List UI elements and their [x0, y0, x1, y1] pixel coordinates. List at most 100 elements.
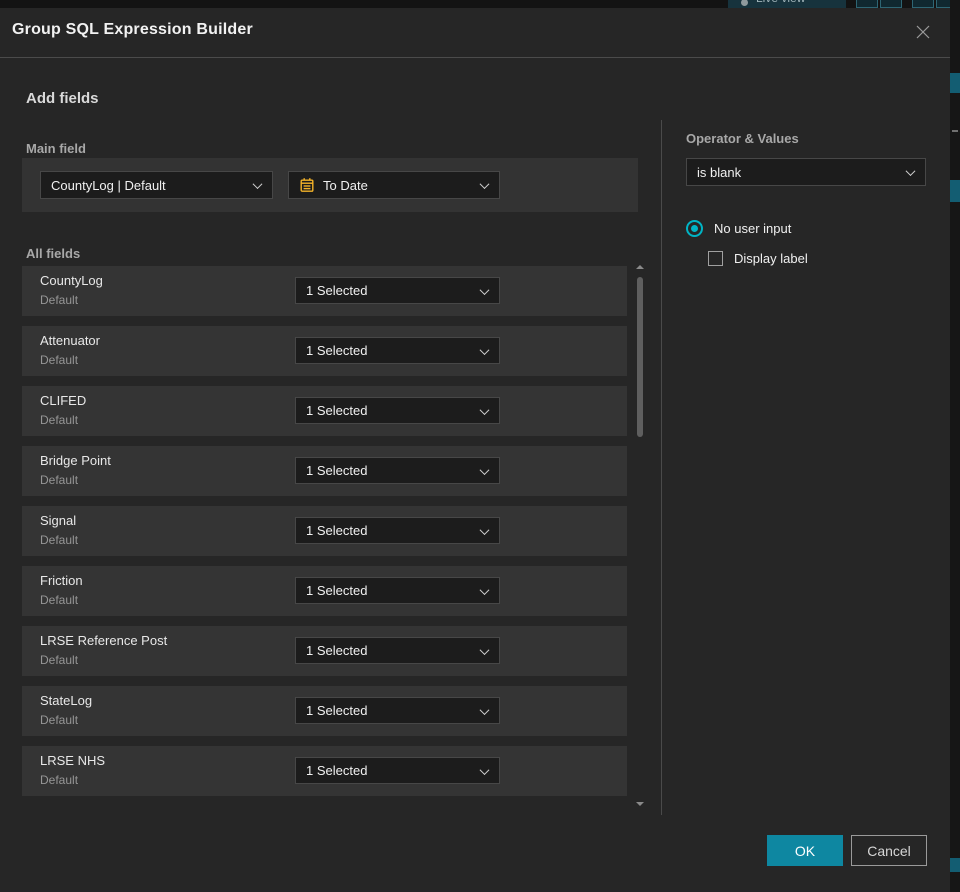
chevron-down-icon — [479, 285, 490, 296]
checkbox-unchecked-icon — [708, 251, 723, 266]
field-row: Attenuator Default 1 Selected — [22, 326, 627, 376]
sidebar-fragment-accent — [950, 180, 960, 202]
chevron-down-icon — [479, 345, 490, 356]
chevron-down-icon — [905, 166, 916, 177]
field-row: Bridge Point Default 1 Selected — [22, 446, 627, 496]
main-field-select[interactable]: CountyLog | Default — [40, 171, 273, 199]
field-subtitle: Default — [40, 593, 79, 607]
field-selected-dropdown[interactable]: 1 Selected — [295, 277, 500, 304]
main-field-panel: CountyLog | Default To Date — [22, 158, 638, 212]
scrollbar-thumb[interactable] — [637, 277, 643, 437]
chevron-down-icon — [479, 179, 490, 190]
field-selected-value: 1 Selected — [306, 283, 368, 298]
field-selected-dropdown[interactable]: 1 Selected — [295, 457, 500, 484]
dialog-title: Group SQL Expression Builder — [12, 21, 253, 38]
field-row: Signal Default 1 Selected — [22, 506, 627, 556]
field-selected-value: 1 Selected — [306, 403, 368, 418]
field-selected-value: 1 Selected — [306, 523, 368, 538]
toolbar-fragment-icon[interactable] — [856, 0, 878, 8]
scroll-down-icon[interactable] — [636, 802, 644, 806]
chevron-down-icon — [479, 585, 490, 596]
field-selected-value: 1 Selected — [306, 343, 368, 358]
field-name: Friction — [40, 573, 83, 588]
field-type-select[interactable]: To Date — [288, 171, 500, 199]
field-row: Friction Default 1 Selected — [22, 566, 627, 616]
chevron-down-icon — [479, 705, 490, 716]
live-view-button[interactable]: Live view — [728, 0, 846, 8]
operator-select[interactable]: is blank — [686, 158, 926, 186]
chevron-down-icon — [479, 465, 490, 476]
field-name: CLIFED — [40, 393, 87, 408]
page-behind-top-strip: Live view — [0, 0, 960, 8]
field-subtitle: Default — [40, 653, 79, 667]
scroll-up-icon[interactable] — [636, 265, 644, 269]
field-subtitle: Default — [40, 353, 79, 367]
field-type-select-value: To Date — [323, 177, 368, 193]
field-name: CountyLog — [40, 273, 103, 288]
field-selected-dropdown[interactable]: 1 Selected — [295, 697, 500, 724]
ok-button[interactable]: OK — [767, 835, 843, 866]
field-name: Bridge Point — [40, 453, 111, 468]
chevron-down-icon — [479, 525, 490, 536]
field-row: LRSE Reference Post Default 1 Selected — [22, 626, 627, 676]
page-behind-right-strip — [950, 0, 960, 892]
main-field-label: Main field — [26, 141, 86, 156]
sidebar-fragment-tick — [952, 130, 958, 132]
no-user-input-label: No user input — [714, 221, 792, 236]
operator-select-value: is blank — [697, 164, 742, 180]
live-view-dot-icon — [741, 0, 748, 6]
main-field-select-value: CountyLog | Default — [51, 177, 166, 193]
field-name: Signal — [40, 513, 77, 528]
toolbar-fragment-icon[interactable] — [912, 0, 934, 8]
all-fields-list: CountyLog Default 1 Selected Attenuator … — [22, 266, 638, 806]
no-user-input-radio[interactable]: No user input — [686, 220, 791, 237]
field-subtitle: Default — [40, 293, 79, 307]
field-selected-value: 1 Selected — [306, 643, 368, 658]
field-subtitle: Default — [40, 773, 79, 787]
sidebar-fragment-accent — [950, 858, 960, 872]
field-selected-dropdown[interactable]: 1 Selected — [295, 757, 500, 784]
list-scrollbar[interactable] — [635, 263, 645, 808]
field-row: CLIFED Default 1 Selected — [22, 386, 627, 436]
close-icon — [916, 25, 930, 38]
field-selected-value: 1 Selected — [306, 763, 368, 778]
field-name: LRSE Reference Post — [40, 633, 168, 648]
radio-selected-icon — [686, 220, 703, 237]
field-selected-value: 1 Selected — [306, 583, 368, 598]
field-row: CountyLog Default 1 Selected — [22, 266, 627, 316]
field-selected-value: 1 Selected — [306, 703, 368, 718]
calendar-icon — [300, 178, 314, 192]
chevron-down-icon — [479, 765, 490, 776]
add-fields-heading: Add fields — [26, 90, 99, 107]
group-sql-expression-builder-dialog: Group SQL Expression Builder Add fields … — [0, 8, 950, 892]
field-subtitle: Default — [40, 473, 79, 487]
display-label-label: Display label — [734, 251, 808, 266]
all-fields-label: All fields — [26, 246, 81, 261]
sidebar-fragment-accent — [950, 73, 960, 93]
operator-values-label: Operator & Values — [686, 131, 799, 146]
panel-divider — [661, 120, 662, 815]
field-subtitle: Default — [40, 413, 79, 427]
cancel-button[interactable]: Cancel — [851, 835, 927, 866]
toolbar-fragment-icon[interactable] — [880, 0, 902, 8]
live-view-label: Live view — [756, 0, 805, 5]
field-selected-dropdown[interactable]: 1 Selected — [295, 577, 500, 604]
chevron-down-icon — [479, 645, 490, 656]
field-selected-dropdown[interactable]: 1 Selected — [295, 637, 500, 664]
close-button[interactable] — [910, 20, 936, 46]
field-row: LRSE NHS Default 1 Selected — [22, 746, 627, 796]
field-selected-dropdown[interactable]: 1 Selected — [295, 397, 500, 424]
field-name: StateLog — [40, 693, 93, 708]
chevron-down-icon — [479, 405, 490, 416]
field-subtitle: Default — [40, 713, 79, 727]
field-name: Attenuator — [40, 333, 100, 348]
field-selected-dropdown[interactable]: 1 Selected — [295, 337, 500, 364]
field-row: StateLog Default 1 Selected — [22, 686, 627, 736]
field-name: LRSE NHS — [40, 753, 106, 768]
display-label-checkbox[interactable]: Display label — [708, 251, 808, 266]
field-selected-value: 1 Selected — [306, 463, 368, 478]
field-subtitle: Default — [40, 533, 79, 547]
dialog-titlebar: Group SQL Expression Builder — [0, 8, 950, 58]
chevron-down-icon — [252, 179, 263, 190]
field-selected-dropdown[interactable]: 1 Selected — [295, 517, 500, 544]
